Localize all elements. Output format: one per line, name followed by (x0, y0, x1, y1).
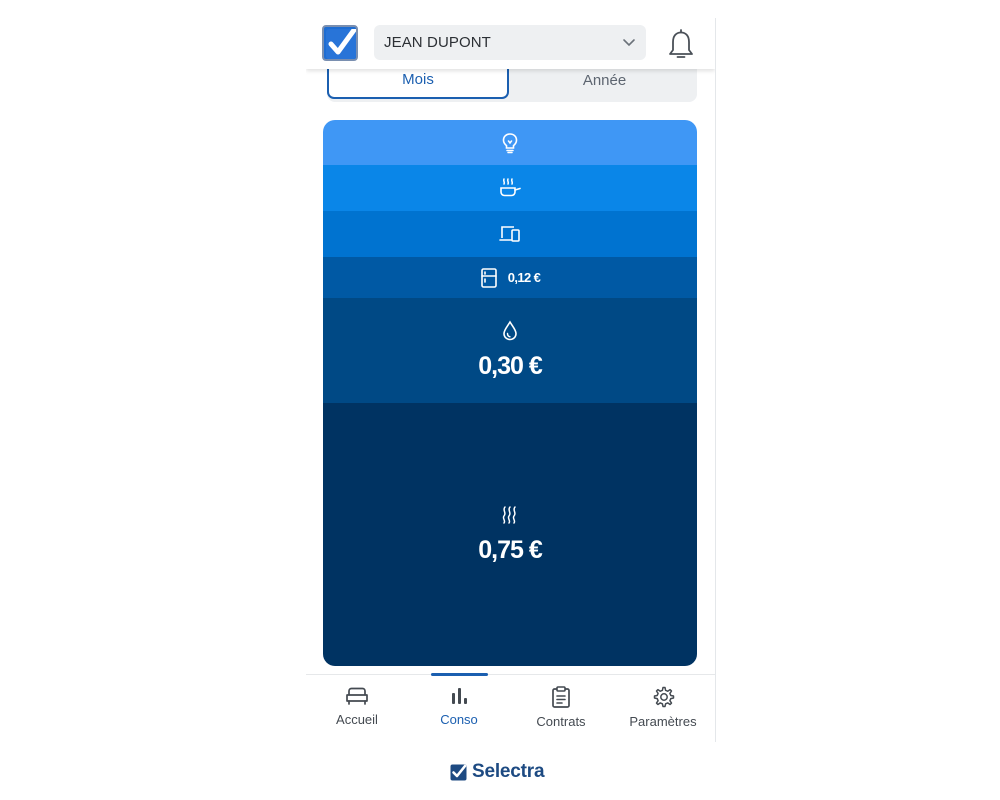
nav-item-accueil[interactable]: Accueil (306, 685, 408, 735)
lightbulb-icon (502, 132, 518, 153)
user-name: JEAN DUPONT (384, 34, 491, 51)
nav-item-parametres[interactable]: Paramètres (612, 685, 714, 735)
brand-name: Selectra (472, 761, 545, 782)
band-heating[interactable]: 0,75 € (323, 403, 697, 666)
app-header: JEAN DUPONT (306, 18, 715, 69)
water-drop-icon (503, 320, 517, 341)
sofa-icon (346, 687, 368, 705)
gear-icon (653, 686, 675, 708)
consumption-stack-chart: 0,12 € 0,30 € 0,75 € (323, 120, 697, 666)
band-amount: 0,12 € (507, 270, 541, 285)
selectra-brand: Selectra (450, 760, 545, 784)
bar-chart-icon (452, 688, 467, 704)
nav-label: Accueil (336, 712, 378, 727)
chevron-down-icon (623, 38, 635, 46)
clipboard-icon (552, 686, 570, 708)
phone-screen: JEAN DUPONT Mois Année 0,12 € 0,30 € 0,7… (306, 18, 716, 742)
nav-item-contrats[interactable]: Contrats (510, 685, 612, 735)
checkbox-check-icon (450, 764, 467, 780)
cooking-pot-icon (500, 178, 521, 197)
bell-icon[interactable] (666, 27, 696, 61)
nav-label: Contrats (536, 714, 586, 729)
fridge-icon (480, 267, 497, 288)
checkbox-check-icon[interactable] (322, 25, 358, 61)
band-appliances[interactable]: 0,12 € (323, 257, 697, 298)
band-amount: 0,30 € (478, 352, 543, 380)
heating-waves-icon (502, 506, 516, 524)
band-lighting[interactable] (323, 120, 697, 165)
band-devices[interactable] (323, 211, 697, 257)
band-amount: 0,75 € (478, 536, 543, 564)
band-hot-water[interactable]: 0,30 € (323, 298, 697, 403)
nav-item-conso[interactable]: Conso (408, 685, 510, 735)
nav-label: Conso (440, 712, 478, 727)
bottom-navigation: Accueil Conso Contrats Paramètres (306, 673, 715, 742)
devices-icon (499, 226, 520, 242)
band-cooking[interactable] (323, 165, 697, 211)
user-account-select[interactable]: JEAN DUPONT (374, 25, 646, 60)
nav-label: Paramètres (629, 714, 697, 729)
active-tab-indicator (431, 673, 488, 676)
